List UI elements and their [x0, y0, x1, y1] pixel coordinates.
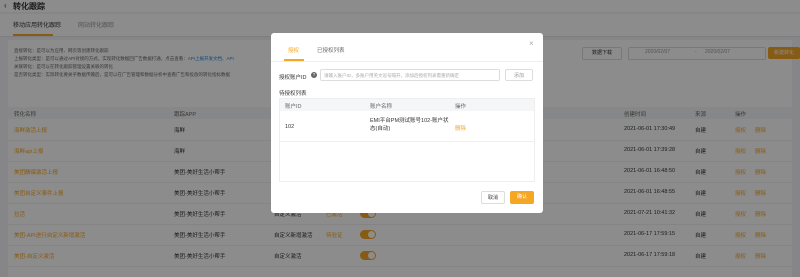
account-id-input[interactable]: 请输入账户ID，多账户用英文逗号隔开，添加后授权列表需重新确定 — [320, 69, 500, 81]
confirm-button[interactable]: 确认 — [510, 191, 534, 204]
pending-list-title: 待授权列表 — [279, 91, 307, 97]
authorize-modal: × 授权 已授权列表 授权账户ID ? 请输入账户ID，多账户用英文逗号隔开，添… — [271, 33, 543, 213]
divider — [280, 141, 534, 142]
column-header: 账户ID — [285, 104, 302, 110]
pending-list-table: 账户ID 账户名称 操作 102 EMI平台PM测试账号102-账户状态(自动)… — [279, 98, 535, 182]
column-header: 操作 — [455, 104, 467, 110]
cancel-button[interactable]: 取消 — [481, 191, 505, 204]
account-id-cell: 102 — [285, 124, 295, 130]
add-button[interactable]: 添加 — [505, 69, 533, 81]
list-header: 账户ID 账户名称 操作 — [280, 99, 534, 111]
account-name-cell: EMI平台PM测试账号102-账户状态(自动) — [370, 118, 449, 132]
column-header: 账户名称 — [370, 104, 393, 110]
divider — [271, 61, 543, 62]
modal-tab-authorized-list[interactable]: 已授权列表 — [317, 46, 345, 54]
delete-link[interactable]: 删除 — [455, 124, 466, 132]
question-icon[interactable]: ? — [311, 72, 317, 78]
close-icon[interactable]: × — [529, 39, 534, 48]
account-id-label: 授权账户ID — [279, 75, 307, 81]
modal-tab-authorize[interactable]: 授权 — [288, 46, 299, 54]
